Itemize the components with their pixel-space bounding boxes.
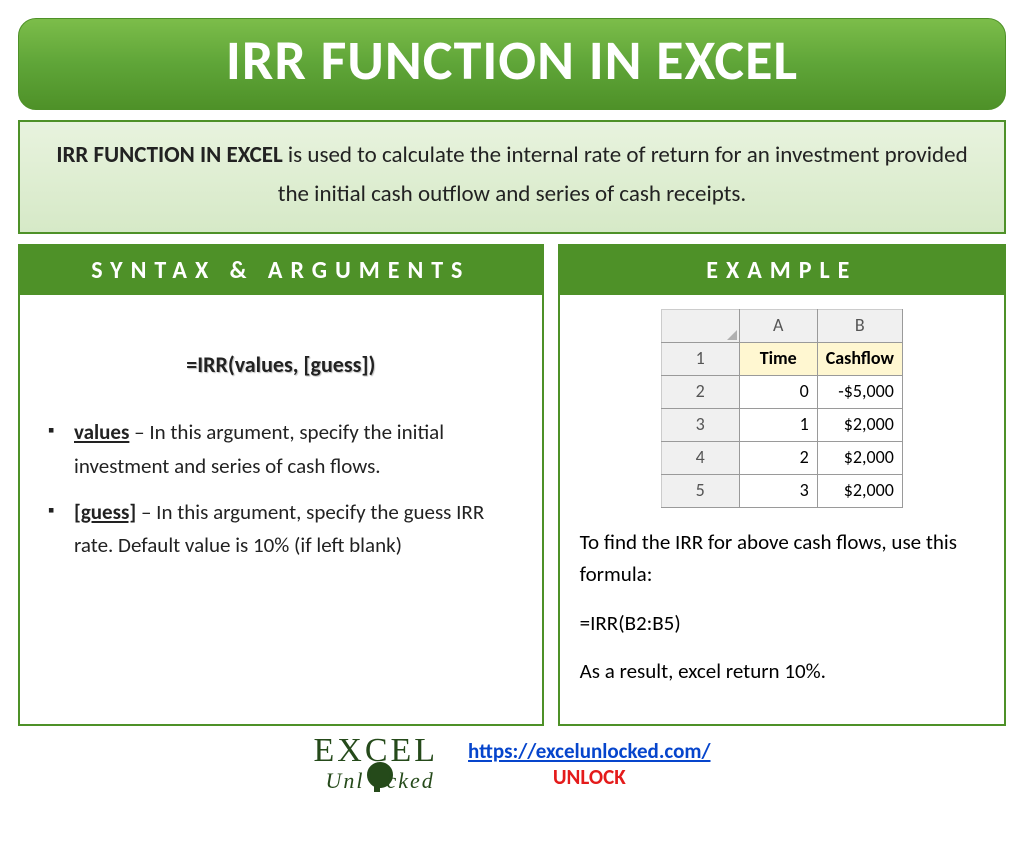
logo: E X CEL Unl cked [313, 732, 438, 796]
table-cell: 1 [739, 408, 817, 441]
logo-sub-cked: cked [386, 768, 434, 794]
example-formula: =IRR(B2:B5) [580, 607, 984, 640]
syntax-panel: SYNTAX & ARGUMENTS =IRR(values, [guess])… [18, 244, 544, 726]
argument-item: [guess] – In this argument, specify the … [46, 496, 516, 563]
table-header-cell: Cashflow [817, 343, 902, 376]
argument-list: values – In this argument, specify the i… [46, 416, 516, 562]
description-bold: IRR FUNCTION IN EXCEL [56, 141, 282, 169]
argument-desc: – In this argument, specify the initial … [74, 419, 444, 479]
argument-name: values [74, 419, 129, 445]
excel-table-wrap: A B 1 Time Cashflow 2 0 -$5,000 3 [580, 309, 984, 507]
footer-url-link[interactable]: https://excelunlocked.com/ [468, 738, 710, 764]
example-text: To find the IRR for above cash flows, us… [580, 526, 984, 688]
table-cell: $2,000 [817, 408, 902, 441]
table-cell: 3 [739, 474, 817, 507]
example-panel: EXAMPLE A B 1 Time Cashflow 2 [558, 244, 1006, 726]
example-body: A B 1 Time Cashflow 2 0 -$5,000 3 [560, 295, 1004, 724]
logo-sub-unl: Unl [325, 768, 364, 794]
syntax-body: =IRR(values, [guess]) values – In this a… [20, 295, 542, 597]
footer: E X CEL Unl cked https://excelunlocked.c… [18, 732, 1006, 796]
argument-name: [guess] [74, 499, 136, 525]
argument-item: values – In this argument, specify the i… [46, 416, 516, 483]
excel-table: A B 1 Time Cashflow 2 0 -$5,000 3 [661, 309, 903, 507]
example-header: EXAMPLE [560, 246, 1004, 295]
syntax-formula: =IRR(values, [guess]) [46, 347, 516, 382]
footer-unlock-text: UNLOCK [468, 764, 710, 790]
example-result: As a result, excel return 10%. [580, 655, 984, 688]
table-cell: 0 [739, 375, 817, 408]
page-title: IRR FUNCTION IN EXCEL [39, 27, 985, 95]
table-cell: $2,000 [817, 474, 902, 507]
example-intro: To find the IRR for above cash flows, us… [580, 526, 984, 591]
row-header: 1 [661, 343, 739, 376]
keyhole-icon [364, 762, 390, 796]
row-header: 5 [661, 474, 739, 507]
col-header-a: A [739, 310, 817, 343]
title-banner: IRR FUNCTION IN EXCEL [18, 18, 1006, 110]
content-columns: SYNTAX & ARGUMENTS =IRR(values, [guess])… [18, 244, 1006, 726]
table-cell: -$5,000 [817, 375, 902, 408]
row-header: 4 [661, 441, 739, 474]
select-all-corner [661, 310, 739, 343]
footer-links: https://excelunlocked.com/ UNLOCK [468, 738, 710, 790]
description-box: IRR FUNCTION IN EXCEL is used to calcula… [18, 120, 1006, 234]
syntax-header: SYNTAX & ARGUMENTS [20, 246, 542, 295]
table-cell: 2 [739, 441, 817, 474]
table-header-cell: Time [739, 343, 817, 376]
col-header-b: B [817, 310, 902, 343]
table-cell: $2,000 [817, 441, 902, 474]
row-header: 2 [661, 375, 739, 408]
row-header: 3 [661, 408, 739, 441]
argument-desc: – In this argument, specify the guess IR… [74, 499, 484, 559]
description-text: is used to calculate the internal rate o… [278, 141, 968, 208]
